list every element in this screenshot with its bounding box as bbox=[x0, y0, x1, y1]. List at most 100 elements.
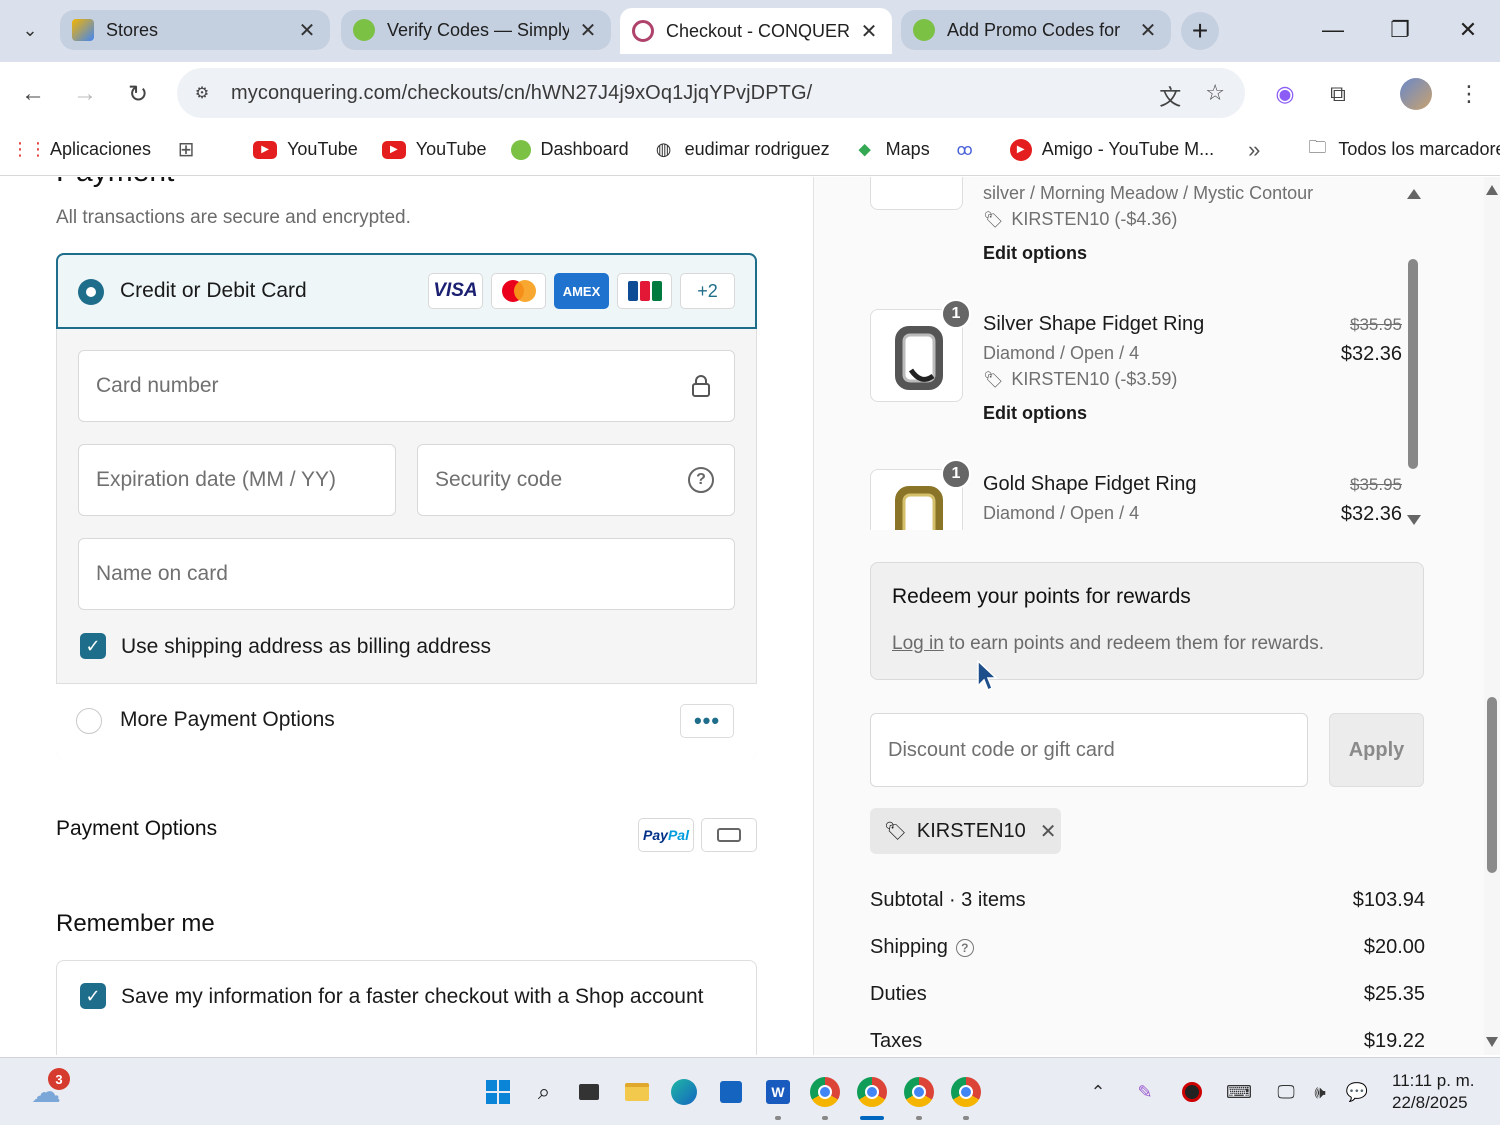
close-icon[interactable]: ✕ bbox=[858, 19, 880, 44]
scrollbar-thumb[interactable] bbox=[1408, 259, 1418, 469]
mastercard-logo-icon bbox=[491, 273, 546, 309]
save-info-label: Save my information for a faster checkou… bbox=[121, 985, 704, 1008]
help-question-icon[interactable]: ? bbox=[955, 938, 974, 957]
extensions-puzzle-icon[interactable]: ⧉ bbox=[1322, 78, 1354, 110]
scroll-down-arrow-icon[interactable] bbox=[1486, 1037, 1498, 1047]
pen-icon[interactable]: ✎ bbox=[1131, 1078, 1159, 1106]
extension-favicon-icon bbox=[353, 19, 375, 41]
chrome-active-icon[interactable] bbox=[852, 1072, 892, 1120]
address-bar[interactable]: ⚙ myconquering.com/checkouts/cn/hWN27J4j… bbox=[177, 68, 1245, 118]
forward-arrow-icon[interactable]: → bbox=[67, 76, 103, 112]
tab-verify-codes[interactable]: Verify Codes — Simply ✕ bbox=[341, 10, 611, 50]
bookmark-maps[interactable]: ⬥ Maps bbox=[854, 139, 929, 160]
apply-button[interactable]: Apply bbox=[1329, 713, 1424, 787]
url-text[interactable]: myconquering.com/checkouts/cn/hWN27J4j9x… bbox=[231, 82, 812, 105]
tab-stores[interactable]: Stores ✕ bbox=[60, 10, 330, 50]
tab-search-chevron-icon[interactable]: ⌄ bbox=[14, 14, 46, 46]
close-icon[interactable]: ✕ bbox=[1137, 18, 1159, 43]
edge-browser-icon[interactable] bbox=[664, 1072, 704, 1112]
bookmark-tab-groups[interactable]: ⊞ bbox=[175, 139, 207, 161]
scrollbar-thumb[interactable] bbox=[1487, 697, 1497, 873]
save-info-checkbox[interactable]: ✓ bbox=[80, 983, 106, 1009]
tab-add-promo-codes[interactable]: Add Promo Codes for ✕ bbox=[901, 10, 1171, 50]
expiration-placeholder: Expiration date (MM / YY) bbox=[96, 468, 337, 491]
site-settings-icon[interactable]: ⚙ bbox=[191, 82, 213, 104]
billing-same-checkbox[interactable]: ✓ bbox=[80, 633, 106, 659]
network-icon[interactable]: 🖵 bbox=[1272, 1078, 1300, 1106]
paypal-logo-icon[interactable]: Pay Pal bbox=[638, 818, 694, 852]
record-icon[interactable] bbox=[1178, 1078, 1206, 1106]
translate-icon[interactable]: 文 bbox=[1159, 80, 1181, 112]
restore-button[interactable]: ❐ bbox=[1380, 12, 1420, 48]
more-options-radio[interactable] bbox=[76, 708, 102, 734]
word-icon[interactable]: W bbox=[758, 1072, 798, 1120]
more-options-ellipsis-icon[interactable]: ••• bbox=[680, 704, 734, 738]
notifications-icon[interactable]: 💬 bbox=[1343, 1078, 1371, 1106]
card-number-field[interactable]: Card number bbox=[78, 350, 735, 422]
profile-avatar[interactable] bbox=[1400, 78, 1432, 110]
tag-icon: 🏷 bbox=[983, 211, 1004, 229]
generic-card-icon[interactable] bbox=[701, 818, 757, 852]
chrome-icon[interactable] bbox=[805, 1072, 845, 1120]
youtube-icon: ▶ bbox=[253, 140, 278, 159]
close-window-button[interactable]: ✕ bbox=[1448, 12, 1488, 48]
minimize-button[interactable]: — bbox=[1313, 12, 1353, 48]
system-clock[interactable]: 11:11 p. m. 22/8/2025 bbox=[1392, 1070, 1475, 1114]
expiration-date-field[interactable]: Expiration date (MM / YY) bbox=[78, 444, 396, 516]
line-items-scrollbar[interactable] bbox=[1407, 189, 1421, 529]
security-code-field[interactable]: Security code ? bbox=[417, 444, 735, 516]
security-code-placeholder: Security code bbox=[435, 468, 563, 491]
maps-pin-icon: ⬥ bbox=[858, 139, 871, 159]
bookmark-extension[interactable]: ꝏ bbox=[954, 140, 986, 160]
edit-options-link[interactable]: Edit options bbox=[983, 403, 1087, 424]
bookmark-amigo[interactable]: ▶ Amigo - YouTube M... bbox=[1009, 138, 1214, 161]
discount-code-input[interactable]: Discount code or gift card bbox=[870, 713, 1308, 787]
windows-start-icon[interactable] bbox=[478, 1072, 518, 1112]
search-icon[interactable]: ⌕ bbox=[524, 1072, 564, 1112]
help-question-icon[interactable]: ? bbox=[688, 467, 714, 493]
bookmark-star-icon[interactable]: ☆ bbox=[1205, 80, 1225, 112]
back-arrow-icon[interactable]: ← bbox=[15, 76, 51, 112]
login-link[interactable]: Log in bbox=[892, 633, 944, 654]
volume-icon[interactable]: 🕪 bbox=[1306, 1078, 1334, 1106]
reload-icon[interactable]: ↻ bbox=[120, 76, 156, 112]
task-view-icon[interactable] bbox=[569, 1072, 609, 1112]
close-icon[interactable]: ✕ bbox=[577, 18, 599, 43]
tab-checkout[interactable]: Checkout - CONQUERI ✕ bbox=[620, 8, 892, 54]
windows-taskbar: ☁ 3 ⌕ W ⌃ ✎ ⌨ 🖵 🕪 💬 11:11 p. m. 22/8/202… bbox=[0, 1057, 1500, 1125]
name-on-card-field[interactable]: Name on card bbox=[78, 538, 735, 610]
chrome-profile-2-icon[interactable] bbox=[946, 1072, 986, 1120]
new-tab-button[interactable]: + bbox=[1181, 12, 1219, 50]
more-payment-options-row[interactable]: More Payment Options ••• bbox=[56, 683, 757, 759]
chrome-profile-icon[interactable] bbox=[899, 1072, 939, 1120]
all-bookmarks-folder[interactable]: 🗀 Todos los marcadores bbox=[1306, 137, 1500, 160]
page-scrollbar[interactable] bbox=[1484, 177, 1500, 1055]
tray-chevron-up-icon[interactable]: ⌃ bbox=[1084, 1078, 1112, 1106]
bookmark-dashboard[interactable]: Dashboard bbox=[510, 139, 629, 160]
scroll-down-arrow-icon[interactable] bbox=[1407, 515, 1421, 525]
microsoft-store-icon[interactable] bbox=[711, 1072, 751, 1112]
bookmark-youtube-2[interactable]: ▶ YouTube bbox=[381, 139, 487, 160]
bookmark-eudimar[interactable]: ◍ eudimar rodriguez bbox=[653, 139, 830, 160]
card-radio-selected[interactable] bbox=[78, 279, 104, 305]
line-item-discount: 🏷 KIRSTEN10 (-$4.36) bbox=[983, 209, 1177, 230]
scroll-up-arrow-icon[interactable] bbox=[1407, 189, 1421, 199]
keyboard-icon[interactable]: ⌨ bbox=[1225, 1078, 1253, 1106]
bookmark-label: eudimar rodriguez bbox=[684, 139, 830, 159]
remember-me-title: Remember me bbox=[56, 910, 215, 937]
bookmarks-overflow-button[interactable]: » bbox=[1248, 137, 1260, 163]
edit-options-link[interactable]: Edit options bbox=[983, 243, 1087, 264]
payment-option-card[interactable]: Credit or Debit Card VISA AMEX +2 bbox=[56, 253, 757, 329]
remove-code-close-icon[interactable]: ✕ bbox=[1040, 819, 1057, 844]
line-items-scroll[interactable]: silver / Morning Meadow / Mystic Contour… bbox=[860, 177, 1420, 530]
close-icon[interactable]: ✕ bbox=[296, 18, 318, 43]
extension-favicon-icon bbox=[913, 19, 935, 41]
file-explorer-icon[interactable] bbox=[617, 1072, 657, 1112]
column-divider bbox=[813, 177, 814, 1055]
subtotal-value: $103.94 bbox=[1352, 889, 1425, 911]
bookmark-apps[interactable]: ⋮⋮ Aplicaciones bbox=[11, 139, 151, 160]
scroll-up-arrow-icon[interactable] bbox=[1486, 185, 1498, 195]
extension-icon[interactable]: ◉ bbox=[1269, 78, 1301, 110]
menu-kebab-icon[interactable]: ⋮ bbox=[1453, 78, 1485, 110]
bookmark-youtube-1[interactable]: ▶ YouTube bbox=[253, 139, 358, 160]
